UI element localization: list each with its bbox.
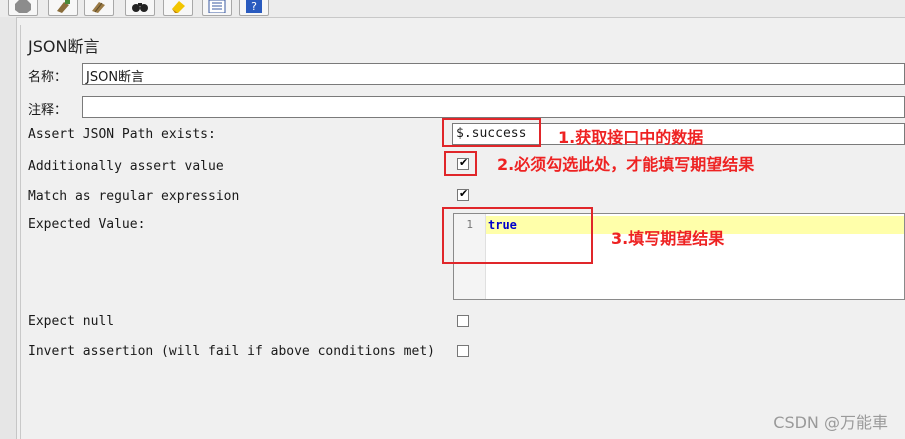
broom-icon — [57, 0, 70, 13]
panel-border — [20, 25, 21, 439]
search-button[interactable] — [125, 0, 155, 16]
expected-value-label: Expected Value: — [28, 217, 146, 232]
clear-search-button[interactable] — [163, 0, 193, 16]
help-icon: ? — [246, 0, 262, 13]
clear-all-button[interactable] — [84, 0, 114, 16]
expect-null-label: Expect null — [28, 314, 115, 329]
toolbar: ? — [0, 0, 905, 18]
annotation-box-json-path — [442, 118, 541, 147]
annotation-fill-expected: 3.填写期望结果 — [611, 229, 725, 248]
stop-icon — [15, 0, 31, 13]
match-regex-label: Match as regular expression — [28, 189, 240, 204]
annotation-get-data: 1.获取接口中的数据 — [558, 128, 704, 147]
function-list-icon — [208, 0, 226, 13]
annotation-must-check: 2.必须勾选此处，才能填写期望结果 — [497, 155, 755, 174]
clear-button[interactable] — [48, 0, 78, 16]
help-button[interactable]: ? — [239, 0, 269, 16]
annotation-box-expected — [442, 207, 593, 264]
expect-null-checkbox[interactable] — [457, 315, 469, 327]
name-label: 名称： — [28, 70, 68, 85]
additionally-assert-label: Additionally assert value — [28, 159, 224, 174]
check-mark: ✔ — [459, 187, 469, 200]
annotation-box-checkbox — [444, 151, 477, 176]
watermark: CSDN @万能車 — [773, 413, 888, 432]
name-input[interactable]: JSON断言 — [82, 63, 905, 85]
function-helper-button[interactable] — [202, 0, 232, 16]
stop-button[interactable] — [8, 0, 38, 16]
clear-search-icon — [172, 1, 185, 13]
comment-input[interactable] — [82, 96, 905, 118]
svg-text:?: ? — [251, 0, 257, 13]
comment-label: 注释： — [28, 103, 68, 118]
panel-title: JSON断言 — [28, 37, 100, 56]
invert-assertion-checkbox[interactable] — [457, 345, 469, 357]
assert-path-label: Assert JSON Path exists: — [28, 127, 216, 142]
broom-all-icon — [92, 2, 105, 13]
match-regex-checkbox[interactable]: ✔ — [457, 187, 469, 201]
tree-panel-edge — [0, 17, 17, 439]
invert-assertion-label: Invert assertion (will fail if above con… — [28, 344, 435, 359]
binoculars-icon — [132, 3, 148, 12]
